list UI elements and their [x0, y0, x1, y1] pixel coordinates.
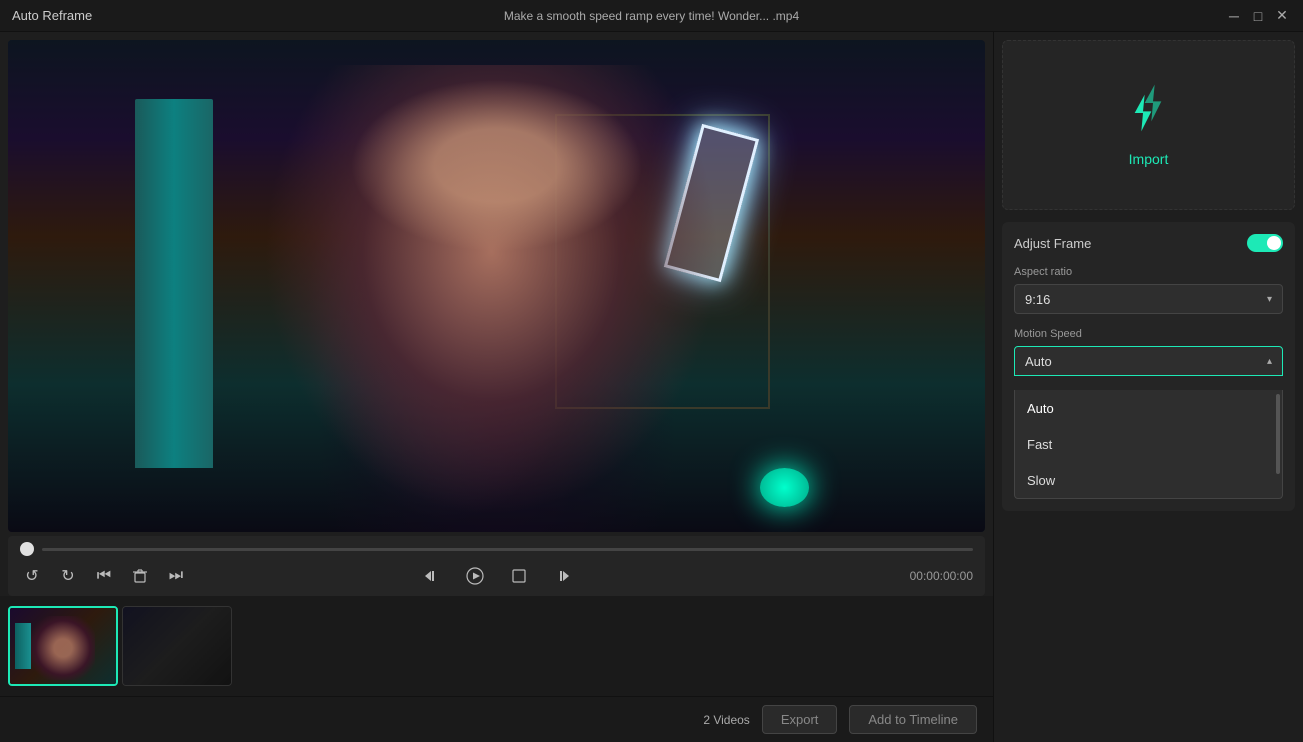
motion-speed-label: Motion Speed — [1014, 328, 1283, 340]
dropdown-item-slow[interactable]: Slow — [1015, 462, 1282, 498]
main-layout: ↺ ↻ ⏮ ⏭ — [0, 32, 1303, 742]
toggle-knob — [1267, 236, 1281, 250]
transport-bar: ↺ ↻ ⏮ ⏭ — [8, 536, 985, 596]
video-background — [8, 40, 985, 532]
bottom-bar: 2 Videos Export Add to Timeline — [0, 696, 993, 742]
video-door — [135, 99, 213, 468]
aspect-ratio-chevron: ▾ — [1267, 294, 1272, 305]
close-button[interactable]: ✕ — [1273, 7, 1291, 25]
video-face — [350, 79, 643, 251]
thumb-overlay — [123, 607, 231, 685]
delete-button[interactable] — [128, 564, 152, 588]
export-button[interactable]: Export — [762, 705, 838, 734]
motion-speed-chevron: ▴ — [1267, 356, 1272, 367]
motion-speed-dropdown: Auto Fast Slow — [1014, 390, 1283, 499]
left-controls: ↺ ↻ ⏮ ⏭ — [20, 564, 188, 588]
video-panel: ↺ ↻ ⏮ ⏭ — [0, 32, 993, 742]
thumbnail-1[interactable] — [8, 606, 118, 686]
adjust-frame-toggle[interactable] — [1247, 234, 1283, 252]
import-icon-front — [1123, 93, 1163, 133]
title-bar: Auto Reframe Make a smooth speed ramp ev… — [0, 0, 1303, 32]
aspect-ratio-select[interactable]: 9:16 ▾ — [1014, 284, 1283, 314]
import-section[interactable]: Import — [1002, 40, 1295, 210]
progress-indicator[interactable] — [20, 542, 34, 556]
video-preview[interactable] — [8, 40, 985, 532]
import-label: Import — [1129, 151, 1169, 167]
dropdown-item-auto[interactable]: Auto — [1015, 390, 1282, 426]
video-count: 2 Videos — [703, 713, 749, 727]
stop-button[interactable] — [507, 564, 531, 588]
adjust-section: Adjust Frame Aspect ratio 9:16 ▾ Motion … — [1002, 222, 1295, 511]
transport-controls: ↺ ↻ ⏮ ⏭ — [20, 564, 973, 588]
dropdown-scrollbar[interactable] — [1276, 394, 1280, 474]
thumbnail-2[interactable] — [122, 606, 232, 686]
thumb-bg-2 — [123, 607, 231, 685]
add-to-timeline-button[interactable]: Add to Timeline — [849, 705, 977, 734]
file-title: Make a smooth speed ramp every time! Won… — [504, 9, 799, 23]
aspect-ratio-value: 9:16 — [1025, 292, 1050, 307]
skip-forward-button[interactable]: ⏭ — [164, 564, 188, 588]
aspect-ratio-label: Aspect ratio — [1014, 266, 1283, 278]
import-icon-stack — [1119, 83, 1179, 143]
progress-row — [20, 542, 973, 556]
adjust-frame-title: Adjust Frame — [1014, 236, 1091, 251]
time-display: 00:00:00:00 — [910, 569, 973, 583]
progress-track[interactable] — [42, 548, 973, 551]
step-forward-button[interactable] — [551, 564, 575, 588]
dropdown-item-fast[interactable]: Fast — [1015, 426, 1282, 462]
redo-button[interactable]: ↻ — [56, 564, 80, 588]
window-controls: ─ □ ✕ — [1225, 7, 1291, 25]
step-back-button[interactable] — [419, 564, 443, 588]
right-panel: Import Adjust Frame Aspect ratio 9:16 ▾ … — [993, 32, 1303, 742]
minimize-button[interactable]: ─ — [1225, 7, 1243, 25]
motion-speed-value: Auto — [1025, 354, 1052, 369]
adjust-header: Adjust Frame — [1014, 234, 1283, 252]
thumb-person — [31, 616, 95, 681]
maximize-button[interactable]: □ — [1249, 7, 1267, 25]
undo-button[interactable]: ↺ — [20, 564, 44, 588]
thumbnail-strip — [0, 596, 993, 696]
app-title: Auto Reframe — [12, 8, 92, 23]
play-button[interactable] — [463, 564, 487, 588]
motion-speed-select[interactable]: Auto ▴ — [1014, 346, 1283, 376]
skip-back-button[interactable]: ⏮ — [92, 564, 116, 588]
thumb-bg-1 — [10, 608, 116, 684]
thumb-teal-detail — [15, 623, 31, 669]
